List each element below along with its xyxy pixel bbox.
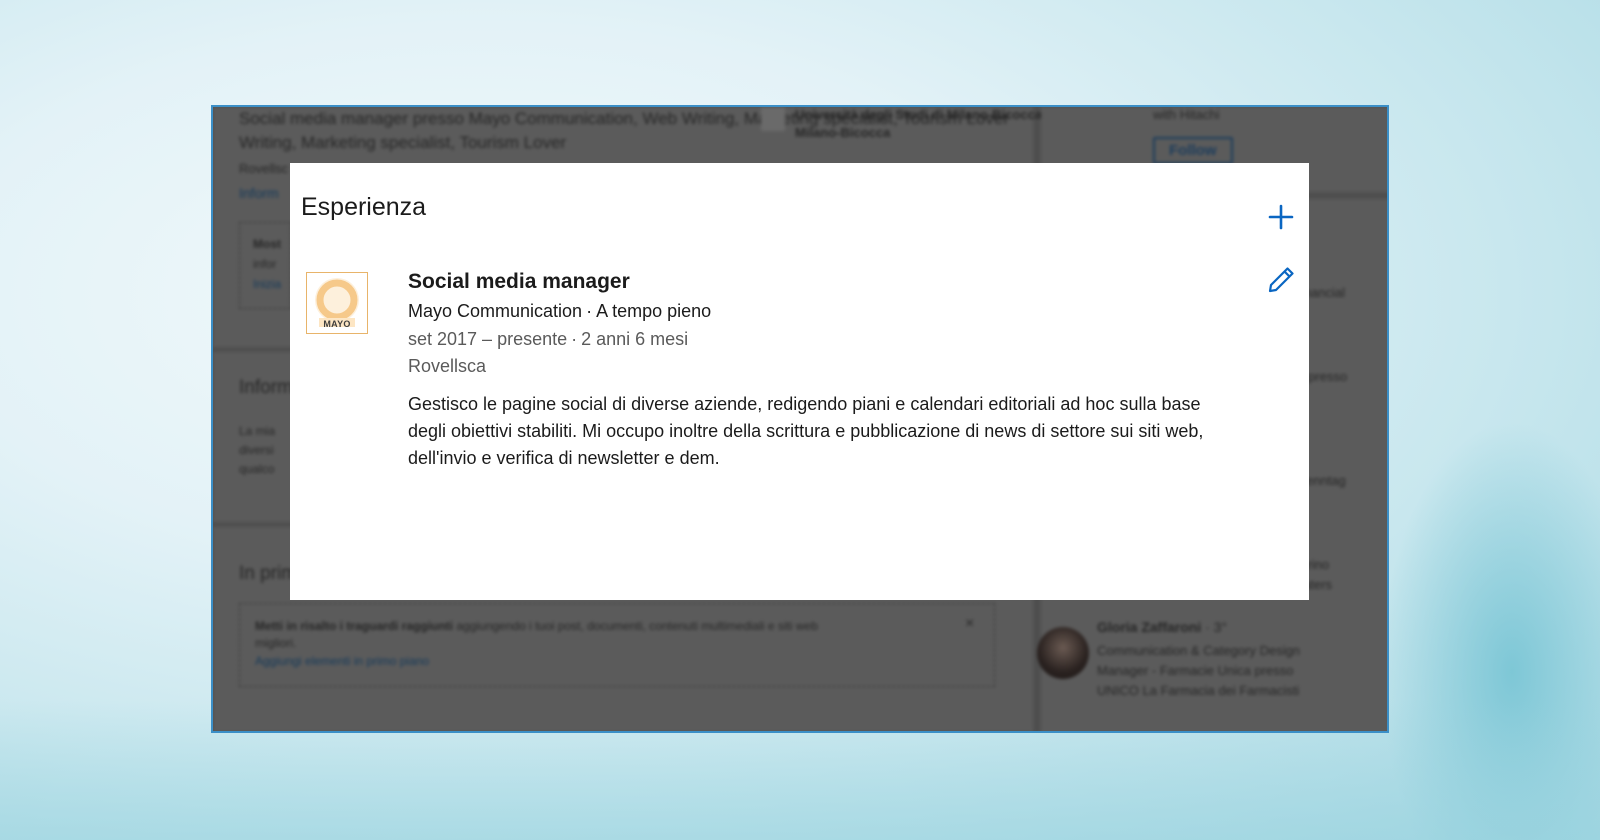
person-title-3: UNICO La Farmacia dei Farmacisti <box>1097 683 1300 698</box>
company-logo-text: MAYO <box>323 319 351 329</box>
job-title: Social media manager <box>408 270 630 293</box>
info-text-line3: qualco <box>239 462 275 476</box>
add-featured-link[interactable]: Aggiungi elementi in primo piano <box>255 654 429 668</box>
follow-button[interactable]: Follow <box>1153 137 1233 164</box>
info-text-line2: diversi <box>239 443 274 457</box>
experience-modal: Esperienza MAYO Social media manager May… <box>290 163 1309 600</box>
featured-tip-text: aggiungendo i tuoi post, documenti, cont… <box>453 619 818 633</box>
employment-type: A tempo pieno <box>596 301 712 321</box>
info-text-line1: La mia <box>239 424 276 438</box>
featured-tip-bold: Metti in risalto i traguardi raggiunti <box>255 619 454 633</box>
duration: 2 anni 6 mesi <box>581 329 689 349</box>
open-to-text: infor <box>253 257 277 271</box>
university-name: Università degli Studi di Milano-Bicocca <box>795 107 1043 122</box>
job-description: Gestisco le pagine social di diverse azi… <box>408 394 1204 468</box>
profile-headline-line2: Writing, Marketing specialist, Tourism L… <box>239 133 567 152</box>
company-logo[interactable]: MAYO <box>306 272 368 334</box>
person-name: Gloria Zaffaroni <box>1097 619 1202 635</box>
university-name-line2: Milano-Bicocca <box>795 125 891 140</box>
date-line: set 2017 – presente · 2 anni 6 mesi <box>408 329 1248 350</box>
experience-entry: Social media manager Mayo Communication ·… <box>408 270 1248 472</box>
section-title: Esperienza <box>301 193 427 221</box>
featured-tip-box <box>239 603 995 687</box>
contact-info-link[interactable]: Inform <box>239 185 279 201</box>
person-degree: · 3° <box>1201 619 1228 635</box>
person-title-1: Communication & Category Design <box>1097 643 1301 658</box>
avatar[interactable] <box>1037 627 1089 679</box>
company-name: Mayo Communication <box>408 301 583 321</box>
job-location: Rovellsca <box>408 356 487 376</box>
open-to-title: Most <box>253 237 281 251</box>
person-title-2: Manager - Farmacie Unica presso <box>1097 663 1294 678</box>
pencil-icon <box>1268 267 1294 293</box>
company-line: Mayo Communication · A tempo pieno <box>408 301 1248 322</box>
plus-icon <box>1268 204 1294 230</box>
info-section-title: Inform <box>239 377 293 398</box>
featured-section-title: In prim <box>239 563 298 584</box>
close-icon[interactable]: × <box>965 615 974 633</box>
date-range: set 2017 – presente <box>408 329 568 349</box>
sidebar-company-line: with Hitachi <box>1153 107 1220 122</box>
person-name-line[interactable]: Gloria Zaffaroni · 3° <box>1097 619 1227 635</box>
edit-experience-button[interactable] <box>1267 266 1295 294</box>
profile-location: Rovellsc <box>239 161 289 176</box>
featured-tip: Metti in risalto i traguardi raggiunti a… <box>255 619 818 633</box>
open-to-link[interactable]: Inizia <box>253 277 281 291</box>
add-experience-button[interactable] <box>1267 203 1295 231</box>
university-logo <box>761 107 785 131</box>
separator-dot: · <box>586 301 593 321</box>
separator-dot: · <box>571 329 578 349</box>
featured-tip-text2: migliori. <box>255 636 297 650</box>
